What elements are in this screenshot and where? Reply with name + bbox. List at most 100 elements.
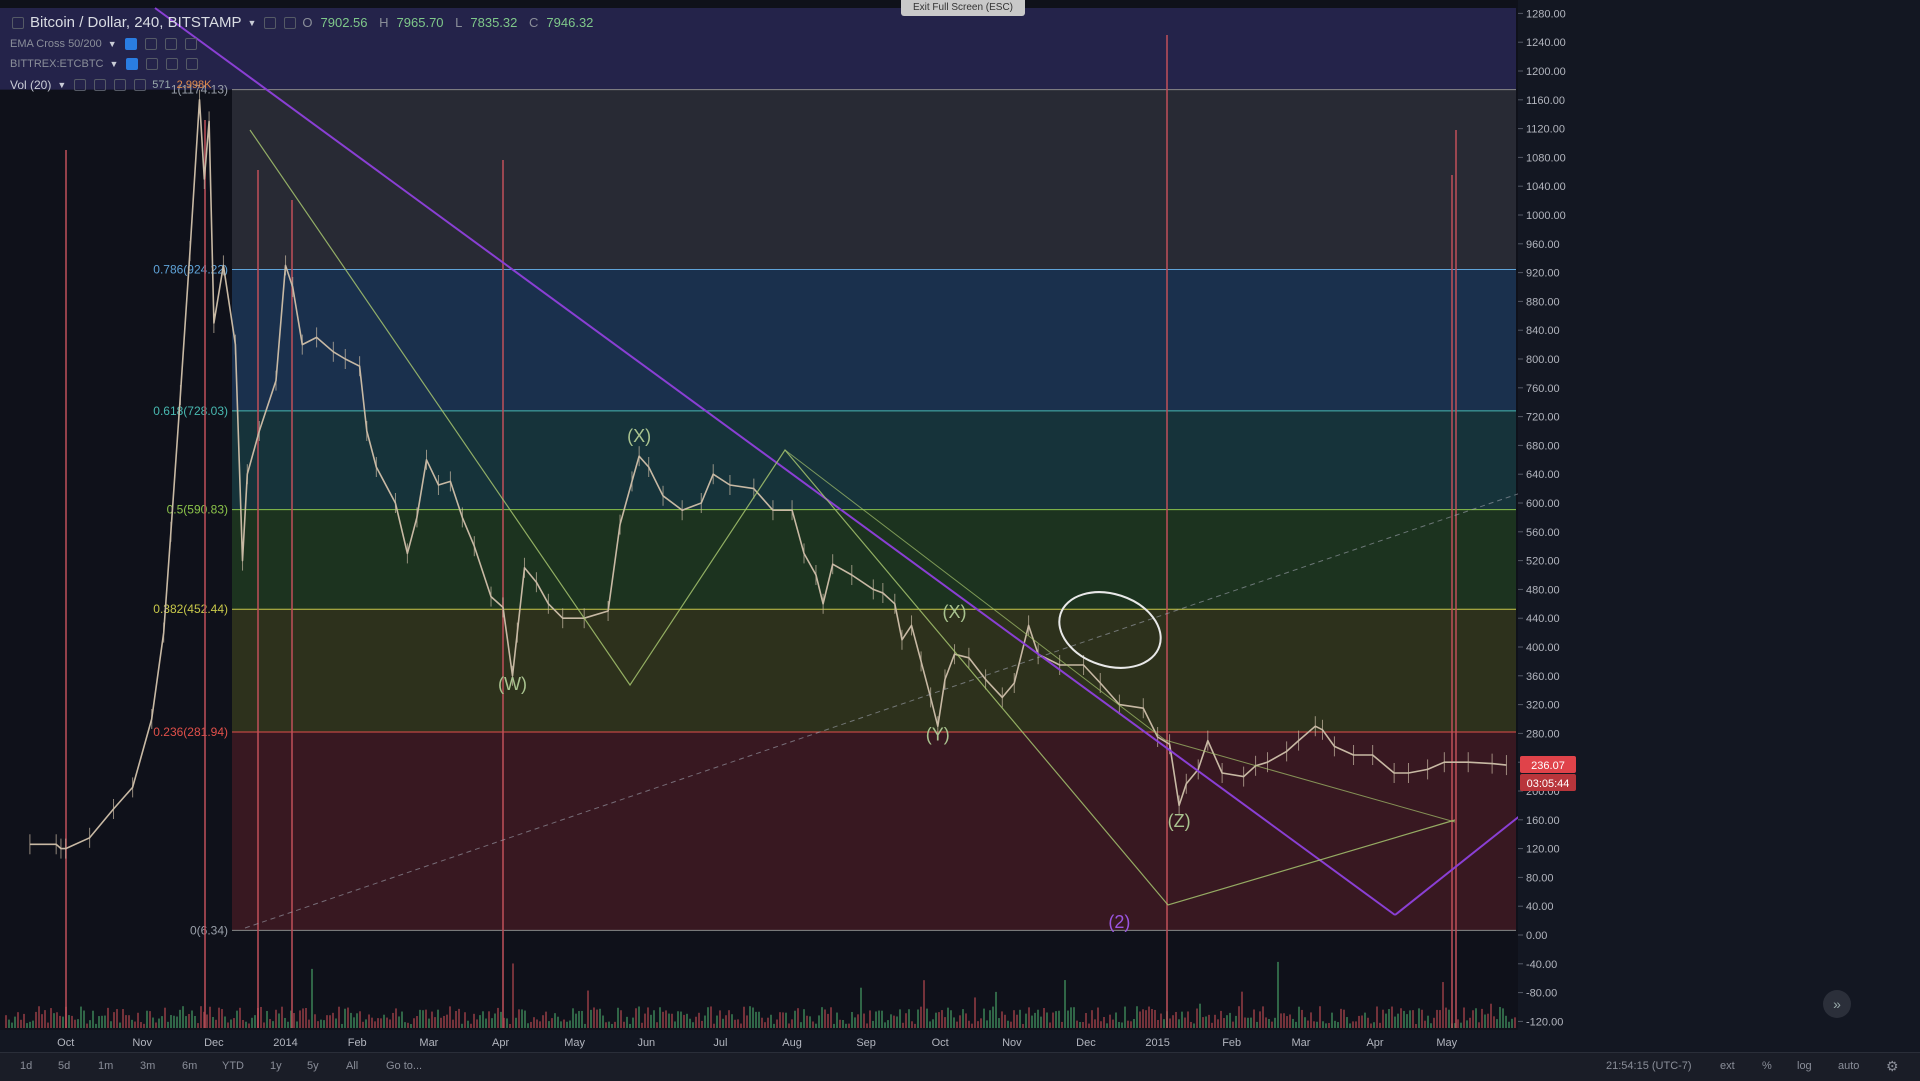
y-tick-label: 1160.00: [1526, 95, 1565, 107]
y-tick-label: 160.00: [1526, 815, 1560, 827]
x-tick-label: Dec: [1076, 1037, 1096, 1049]
close-value: 7946.32: [546, 15, 594, 30]
wave-label: (X): [627, 426, 651, 446]
fib-band: [232, 732, 1516, 931]
y-tick-label: -80.00: [1526, 988, 1557, 1000]
settings-icon[interactable]: [144, 38, 157, 50]
symbol-title[interactable]: Bitcoin / Dollar, 240, BITSTAMP: [30, 14, 241, 31]
wave-label: (Y): [926, 725, 950, 745]
y-tick-label: 1200.00: [1526, 66, 1566, 78]
y-tick-label: 520.00: [1526, 556, 1560, 568]
fib-level-label: 0(6.34): [190, 923, 228, 937]
y-tick-label: 400.00: [1526, 642, 1560, 654]
y-tick-label: 1280.00: [1526, 8, 1566, 20]
settings-icon[interactable]: [94, 79, 107, 91]
chevron-down-icon[interactable]: ▼: [108, 39, 117, 49]
y-tick-label: 480.00: [1526, 584, 1560, 596]
range-1m[interactable]: 1m: [98, 1060, 113, 1072]
bottom-toolbar: 1d 5d 1m 3m 6m YTD 1y 5y All Go to... 21…: [0, 1052, 1920, 1081]
y-tick-label: 40.00: [1526, 901, 1554, 913]
close-icon[interactable]: [186, 58, 199, 70]
auto-toggle[interactable]: auto: [1838, 1060, 1859, 1072]
range-6m[interactable]: 6m: [182, 1060, 197, 1072]
source-icon[interactable]: [114, 79, 127, 91]
collapse-icon[interactable]: [12, 16, 24, 29]
wave-label: (W): [498, 674, 527, 694]
x-tick-label: 2014: [273, 1037, 297, 1049]
y-tick-label: 960.00: [1526, 239, 1560, 251]
close-icon[interactable]: [134, 79, 147, 91]
x-tick-label: Nov: [132, 1037, 152, 1049]
y-tick-label: 80.00: [1526, 872, 1554, 884]
range-1y[interactable]: 1y: [270, 1060, 282, 1072]
clock-readout[interactable]: 21:54:15 (UTC-7): [1606, 1060, 1692, 1072]
visibility-icon[interactable]: [124, 38, 137, 50]
price-chart[interactable]: 1(1174.13)0.786(924.22)0.618(728.03)0.5(…: [0, 0, 1920, 1080]
range-5d[interactable]: 5d: [58, 1060, 70, 1072]
source-icon[interactable]: [166, 58, 179, 70]
source-icon[interactable]: [164, 38, 177, 50]
y-tick-label: 560.00: [1526, 527, 1560, 539]
volume-label[interactable]: Vol (20): [10, 78, 51, 92]
scroll-to-realtime-button[interactable]: »: [1823, 990, 1851, 1018]
price-axis: [1518, 0, 1920, 1052]
chevron-down-icon[interactable]: ▼: [247, 18, 256, 28]
y-tick-label: 680.00: [1526, 440, 1560, 452]
x-tick-label: Oct: [932, 1037, 949, 1049]
x-tick-label: Dec: [204, 1037, 224, 1049]
percent-toggle[interactable]: %: [1762, 1060, 1772, 1072]
visibility-icon[interactable]: [126, 58, 139, 70]
x-tick-label: Aug: [782, 1037, 802, 1049]
chevron-down-icon[interactable]: ▼: [57, 80, 66, 90]
fib-level-label: 0.236(281.94): [153, 725, 228, 739]
indicator-compare-legend: BITTREX:ETCBTC ▼: [10, 58, 199, 70]
y-tick-label: 1120.00: [1526, 124, 1565, 136]
countdown-label: 03:05:44: [1527, 778, 1570, 790]
chart-frame: 1(1174.13) 0.786(924.22) 0.618(728.03) 0.5(…: [0, 0, 1920, 1081]
y-tick-label: 840.00: [1526, 325, 1560, 337]
range-3m[interactable]: 3m: [140, 1060, 155, 1072]
volume-value-1: 571: [152, 79, 171, 91]
indicator-compare-label[interactable]: BITTREX:ETCBTC: [10, 58, 104, 70]
chevron-down-icon[interactable]: ▼: [110, 59, 119, 69]
hide-icon[interactable]: [284, 16, 297, 29]
time-axis: [0, 1030, 1518, 1052]
y-tick-label: 800.00: [1526, 354, 1560, 366]
x-tick-label: Jun: [637, 1037, 655, 1049]
y-tick-label: 600.00: [1526, 498, 1560, 510]
x-tick-label: Apr: [492, 1037, 509, 1049]
range-all[interactable]: All: [346, 1060, 358, 1072]
wave-label: (X): [943, 602, 967, 622]
indicator-ema-legend: EMA Cross 50/200 ▼: [10, 38, 197, 50]
x-tick-label: Feb: [1222, 1037, 1241, 1049]
range-1d[interactable]: 1d: [20, 1060, 32, 1072]
y-tick-label: 880.00: [1526, 296, 1560, 308]
fib-band: [232, 269, 1516, 411]
visibility-icon[interactable]: [74, 79, 87, 91]
goto-button[interactable]: Go to...: [386, 1060, 422, 1072]
x-tick-label: Feb: [348, 1037, 367, 1049]
close-icon[interactable]: [184, 38, 197, 50]
volume-legend: Vol (20) ▼ 571 2.998K: [10, 78, 212, 92]
log-toggle[interactable]: log: [1797, 1060, 1812, 1072]
range-5y[interactable]: 5y: [307, 1060, 319, 1072]
exit-fullscreen-button[interactable]: Exit Full Screen (ESC): [901, 0, 1025, 16]
indicator-ema-label[interactable]: EMA Cross 50/200: [10, 38, 102, 50]
y-tick-label: 360.00: [1526, 671, 1560, 683]
gear-icon[interactable]: ⚙: [1886, 1058, 1899, 1075]
y-tick-label: 280.00: [1526, 728, 1560, 740]
ext-toggle[interactable]: ext: [1720, 1060, 1735, 1072]
fib-level-label: 0.786(924.22): [153, 263, 228, 277]
fib-level-label: 0.618(728.03): [153, 404, 228, 418]
fib-level-label: 0.5(590.83): [167, 503, 228, 517]
settings-icon[interactable]: [146, 58, 159, 70]
wave-label: (2): [1108, 912, 1130, 932]
x-tick-label: Jul: [713, 1037, 727, 1049]
x-tick-label: 2015: [1145, 1037, 1169, 1049]
settings-icon[interactable]: [264, 16, 277, 29]
open-value: 7902.56: [320, 15, 368, 30]
range-ytd[interactable]: YTD: [222, 1060, 244, 1072]
low-value: 7835.32: [470, 15, 518, 30]
x-tick-label: Mar: [419, 1037, 438, 1049]
ohlc-values: O 7902.56 H 7965.70 L 7835.32 C 7946.32: [302, 15, 594, 30]
